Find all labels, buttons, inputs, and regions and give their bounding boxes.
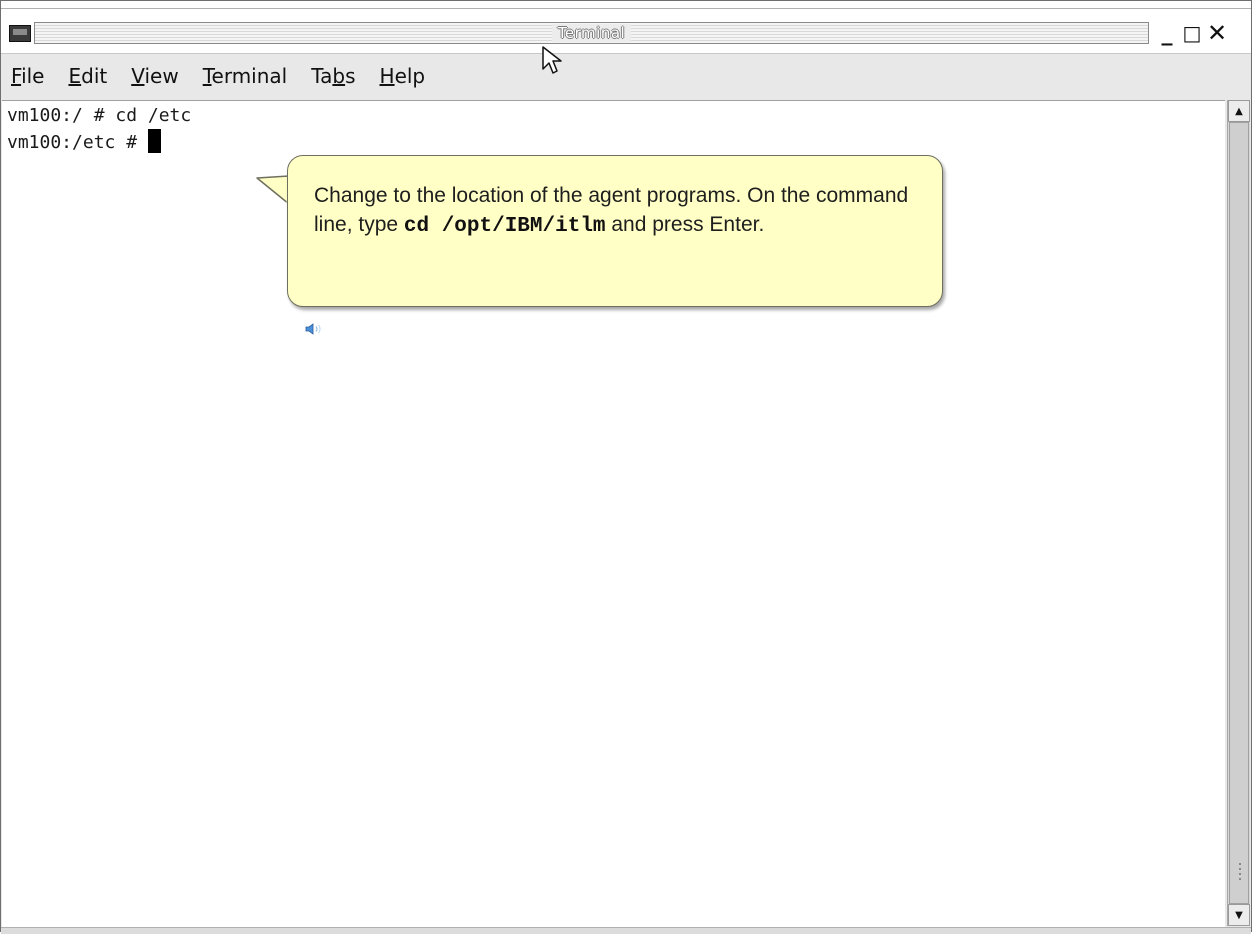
scrollbar-thumb[interactable] xyxy=(1229,122,1249,904)
menu-file[interactable]: File xyxy=(11,64,44,88)
terminal-window: Terminal _ □ ✕ File Edit View Terminal T… xyxy=(0,0,1252,934)
menu-bar: File Edit View Terminal Tabs Help xyxy=(1,54,1251,98)
scrollbar-grip xyxy=(1239,863,1241,883)
terminal-prompt-line: vm100:/etc # xyxy=(2,129,1225,156)
speaker-icon[interactable] xyxy=(305,322,325,336)
arrow-up-icon: ▲ xyxy=(1235,105,1243,117)
title-bar[interactable]: Terminal _ □ ✕ xyxy=(1,1,1251,54)
mouse-pointer-icon xyxy=(542,46,562,74)
terminal-window-icon[interactable] xyxy=(9,25,31,42)
menu-terminal[interactable]: Terminal xyxy=(203,64,288,88)
terminal-prompt: vm100:/etc # xyxy=(7,132,148,153)
menu-tabs[interactable]: Tabs xyxy=(311,64,355,88)
window-bottom-edge xyxy=(1,927,1251,934)
terminal-line: vm100:/ # cd /etc xyxy=(7,105,192,126)
arrow-down-icon: ▼ xyxy=(1235,909,1243,921)
text-cursor xyxy=(147,129,161,153)
scroll-down-button[interactable]: ▼ xyxy=(1228,904,1250,926)
close-button[interactable]: ✕ xyxy=(1206,19,1228,47)
minimize-button[interactable]: _ xyxy=(1156,21,1178,46)
maximize-button[interactable]: □ xyxy=(1181,21,1203,45)
callout-text: Change to the location of the agent prog… xyxy=(314,184,909,238)
title-bar-top-edge xyxy=(1,1,1251,9)
scroll-up-button[interactable]: ▲ xyxy=(1228,100,1250,122)
window-title: Terminal xyxy=(35,23,1148,43)
vertical-scrollbar[interactable]: ▲ ▼ xyxy=(1227,100,1250,926)
menu-edit[interactable]: Edit xyxy=(68,64,107,88)
callout-command: cd /opt/IBM/itlm xyxy=(403,215,606,238)
instruction-callout: Change to the location of the agent prog… xyxy=(287,155,943,307)
menu-help[interactable]: Help xyxy=(380,64,426,88)
menu-view[interactable]: View xyxy=(131,64,178,88)
title-field: Terminal xyxy=(34,22,1149,44)
